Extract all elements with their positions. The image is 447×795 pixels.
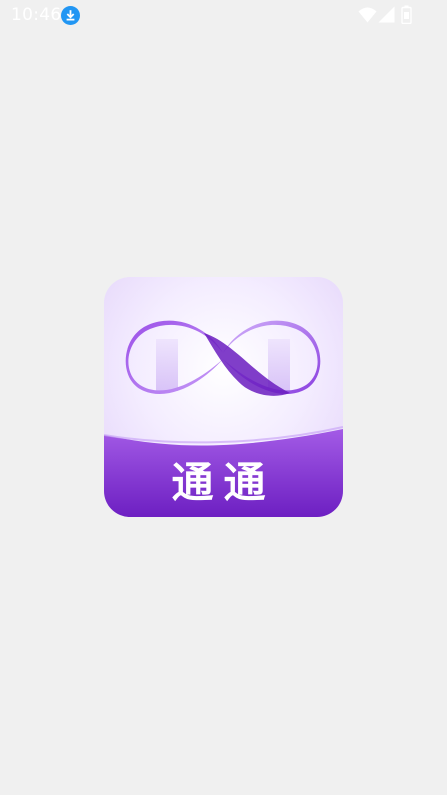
signal-icon — [378, 6, 395, 23]
battery-icon — [401, 5, 412, 24]
download-icon — [61, 6, 80, 25]
status-bar: 10:46 — [0, 0, 447, 30]
status-time: 10:46 — [11, 5, 62, 25]
app-logo-text: 通通 — [171, 458, 276, 507]
wifi-icon — [358, 7, 377, 23]
app-logo: 通通 — [104, 277, 343, 517]
